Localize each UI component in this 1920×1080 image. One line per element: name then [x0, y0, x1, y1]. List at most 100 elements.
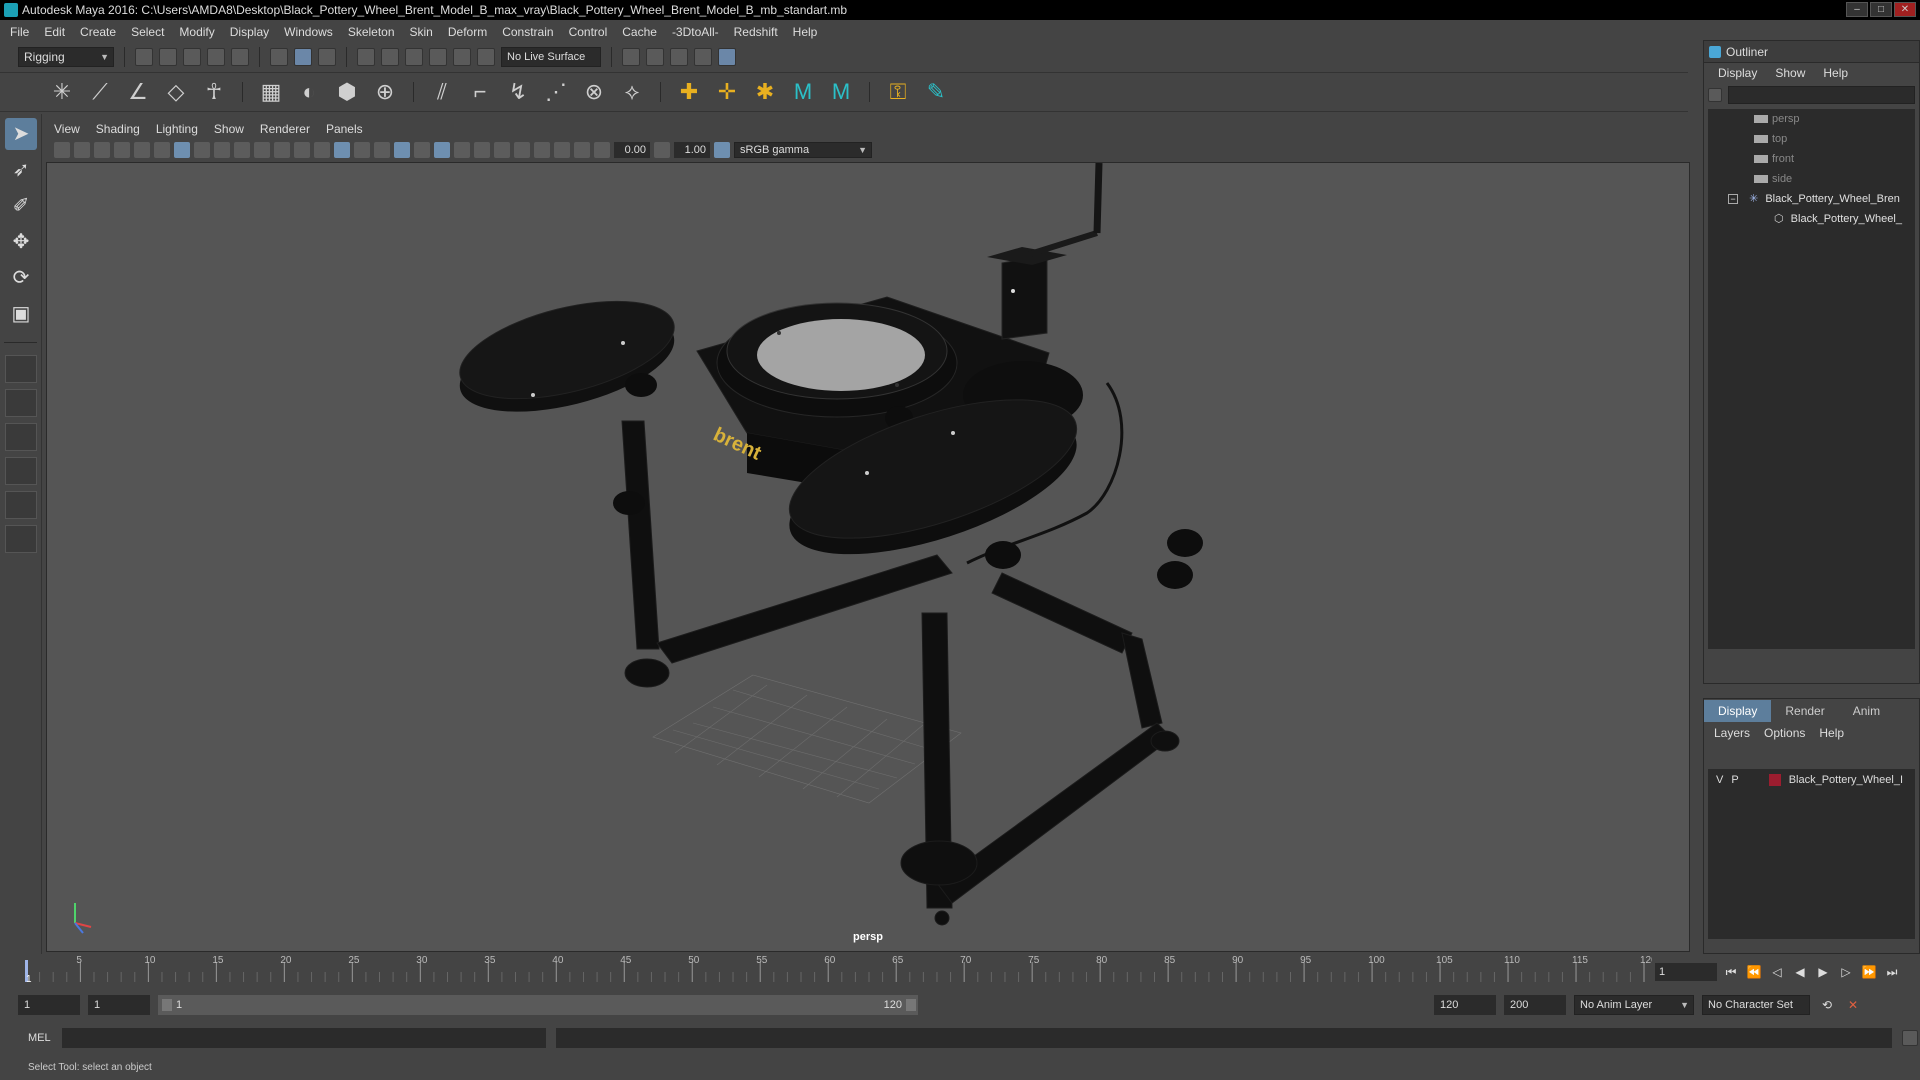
ik-spline-icon[interactable]: ∠ [124, 78, 152, 106]
snap-projected-icon[interactable] [429, 48, 447, 66]
bookmark-icon[interactable] [94, 142, 110, 158]
wire-icon[interactable]: ⊗ [580, 78, 608, 106]
menu-cache[interactable]: Cache [622, 25, 657, 39]
command-input[interactable] [62, 1028, 546, 1048]
outliner-item-persp[interactable]: persp [1708, 109, 1915, 129]
depth-of-field-icon[interactable] [494, 142, 510, 158]
play-backward-icon[interactable]: ◀ [1791, 965, 1809, 979]
use-all-lights-icon[interactable] [394, 142, 410, 158]
snap-view-plane-icon[interactable] [453, 48, 471, 66]
menu-skin[interactable]: Skin [410, 25, 433, 39]
maximize-button[interactable]: □ [1870, 2, 1892, 17]
joint-tool-icon[interactable]: ✳ [48, 78, 76, 106]
select-hierarchy-icon[interactable] [270, 48, 288, 66]
filter-icon[interactable] [1708, 88, 1722, 102]
point-constraint-icon[interactable]: ✚ [675, 78, 703, 106]
anim-layer-dropdown[interactable]: No Anim Layer ▼ [1574, 995, 1694, 1015]
menu-modify[interactable]: Modify [179, 25, 214, 39]
tab-display[interactable]: Display [1704, 700, 1772, 722]
wrinkle-icon[interactable]: ⟡ [618, 78, 646, 106]
menu-file[interactable]: File [10, 25, 29, 39]
script-editor-icon[interactable] [1902, 1030, 1918, 1046]
safe-action-icon[interactable] [274, 142, 290, 158]
field-chart-icon[interactable] [254, 142, 270, 158]
single-perspective-layout-icon[interactable] [5, 355, 37, 383]
textured-icon[interactable] [374, 142, 390, 158]
resolution-gate-icon[interactable] [214, 142, 230, 158]
gate-mask-icon[interactable] [234, 142, 250, 158]
close-button[interactable]: ✕ [1894, 2, 1916, 17]
hypershade-icon[interactable] [718, 48, 736, 66]
two-d-pan-icon[interactable] [134, 142, 150, 158]
save-scene-icon[interactable] [183, 48, 201, 66]
outliner-search-input[interactable] [1728, 86, 1915, 104]
blend-shape-icon[interactable]: ✎ [922, 78, 950, 106]
panel-menu-lighting[interactable]: Lighting [156, 122, 198, 136]
menuset-dropdown[interactable]: Rigging ▼ [18, 47, 114, 67]
outliner-item-front[interactable]: front [1708, 149, 1915, 169]
snap-grid-icon[interactable] [357, 48, 375, 66]
menu-edit[interactable]: Edit [44, 25, 65, 39]
grease-pencil-icon[interactable] [154, 142, 170, 158]
orient-constraint-icon[interactable]: ✱ [751, 78, 779, 106]
step-back-frame-icon[interactable]: ◁ [1768, 965, 1786, 979]
outliner-item-mesh[interactable]: ⬡ Black_Pottery_Wheel_ [1708, 209, 1915, 229]
multisample-icon[interactable] [474, 142, 490, 158]
outliner-menu-display[interactable]: Display [1718, 66, 1757, 80]
time-slider[interactable]: 5 10 15 20 25 30 35 40 45 50 55 60 65 70 75 80 85 90 95 100… [22, 954, 1652, 984]
camera-select-icon[interactable] [54, 142, 70, 158]
rotate-tool-icon[interactable]: ⟳ [5, 262, 37, 294]
cluster-icon[interactable]: ⫽ [428, 78, 456, 106]
preferences-icon[interactable]: ✕ [1844, 998, 1862, 1012]
undo-icon[interactable] [207, 48, 225, 66]
film-gate-icon[interactable] [194, 142, 210, 158]
bind-skin-icon[interactable]: ▦ [257, 78, 285, 106]
menu-windows[interactable]: Windows [284, 25, 333, 39]
exposure-icon[interactable] [594, 142, 610, 158]
select-tool-icon[interactable]: ➤ [5, 118, 37, 150]
outliner-menu-show[interactable]: Show [1775, 66, 1805, 80]
redo-icon[interactable] [231, 48, 249, 66]
outliner-item-top[interactable]: top [1708, 129, 1915, 149]
hypershade-layout-icon[interactable] [5, 491, 37, 519]
move-tool-icon[interactable]: ✥ [5, 226, 37, 258]
xray-icon[interactable] [514, 142, 530, 158]
panel-menu-show[interactable]: Show [214, 122, 244, 136]
wireframe-icon[interactable] [314, 142, 330, 158]
insert-joint-icon[interactable]: ◇ [162, 78, 190, 106]
outliner-menu-help[interactable]: Help [1823, 66, 1848, 80]
ipr-render-icon[interactable] [670, 48, 688, 66]
menu-deform[interactable]: Deform [448, 25, 487, 39]
aim-constraint-icon[interactable]: ✛ [713, 78, 741, 106]
layer-visibility-toggle[interactable]: V [1716, 774, 1723, 786]
step-forward-frame-icon[interactable]: ▷ [1837, 965, 1855, 979]
layer-row[interactable]: V P Black_Pottery_Wheel_I [1708, 769, 1915, 791]
collapse-icon[interactable]: − [1728, 194, 1738, 205]
color-management-icon[interactable] [714, 142, 730, 158]
layer-menu-help[interactable]: Help [1819, 726, 1844, 740]
layer-playback-toggle[interactable]: P [1731, 774, 1738, 786]
gamma-icon[interactable] [654, 142, 670, 158]
menu-select[interactable]: Select [131, 25, 164, 39]
outliner-item-group[interactable]: − ✳ Black_Pottery_Wheel_Bren [1708, 189, 1915, 209]
default-lighting-icon[interactable] [354, 142, 370, 158]
menu-skeleton[interactable]: Skeleton [348, 25, 395, 39]
minimize-button[interactable]: – [1846, 2, 1868, 17]
make-live-icon[interactable] [477, 48, 495, 66]
play-forward-icon[interactable]: ▶ [1814, 965, 1832, 979]
image-plane-icon[interactable] [114, 142, 130, 158]
range-start-handle[interactable] [162, 999, 172, 1011]
ik-handle-icon[interactable]: ⟋ [86, 78, 114, 106]
isolate-select-icon[interactable] [534, 142, 550, 158]
go-to-end-icon[interactable]: ⏭ [1883, 965, 1901, 980]
current-frame-field[interactable]: 1 [1655, 963, 1717, 981]
select-component-icon[interactable] [318, 48, 336, 66]
exposure-field[interactable]: 0.00 [614, 142, 650, 158]
playback-end-field[interactable]: 120 [1434, 995, 1496, 1015]
pole-vector-icon[interactable]: M [827, 78, 855, 106]
layer-menu-layers[interactable]: Layers [1714, 726, 1750, 740]
open-scene-icon[interactable] [159, 48, 177, 66]
camera-attributes-icon[interactable] [74, 142, 90, 158]
xray-active-icon[interactable] [574, 142, 590, 158]
view-transform-dropdown[interactable]: sRGB gamma ▼ [734, 142, 872, 158]
